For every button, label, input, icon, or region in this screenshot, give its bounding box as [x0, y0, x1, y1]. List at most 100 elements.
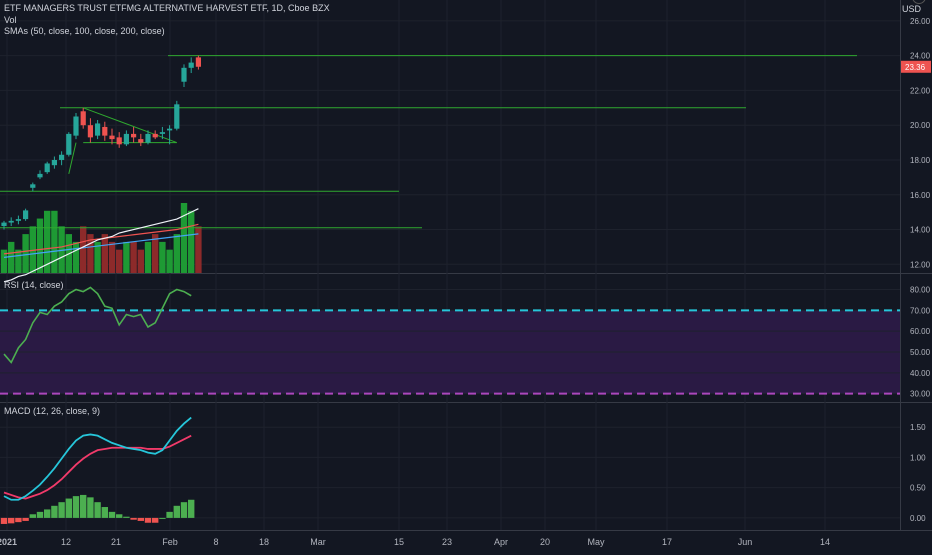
- volume-bar: [116, 249, 123, 273]
- rsi-tick-label: 80.00: [910, 286, 931, 295]
- candle-body: [167, 128, 173, 131]
- macd-histogram-bar: [144, 517, 152, 523]
- macd-histogram-bar: [72, 496, 80, 518]
- price-tick-label: 18.00: [910, 156, 931, 165]
- candle-body: [51, 159, 57, 166]
- macd-histogram-bar: [8, 517, 15, 524]
- x-tick-label: 8: [213, 537, 218, 547]
- x-tick-label: 17: [662, 537, 672, 547]
- candle-body: [138, 139, 144, 143]
- price-tick-label: 16.00: [910, 191, 931, 200]
- macd-histogram-bar: [0, 517, 8, 524]
- x-tick-label: Feb: [162, 537, 178, 547]
- x-tick-label: 14: [820, 537, 830, 547]
- candle-body: [73, 116, 79, 136]
- volume-bar: [36, 218, 44, 273]
- chart-title: ETF MANAGERS TRUST ETFMG ALTERNATIVE HAR…: [4, 3, 330, 13]
- candle-body: [95, 123, 101, 136]
- currency-label: USD: [902, 4, 922, 14]
- price-tick-label: 12.00: [910, 260, 931, 269]
- x-tick-label: 21: [111, 537, 121, 547]
- macd-legend: MACD (12, 26, close, 9): [4, 406, 101, 416]
- rsi-legend: RSI (14, close): [4, 280, 64, 290]
- x-tick-label: 2021: [0, 537, 17, 547]
- macd-histogram-bar: [51, 505, 58, 518]
- macd-histogram-bar: [108, 511, 116, 518]
- price-tick-label: 26.00: [910, 17, 931, 26]
- volume-bar: [137, 249, 144, 273]
- macd-histogram-bar: [130, 517, 137, 520]
- candle-body: [59, 154, 65, 160]
- volume-bar: [108, 241, 116, 273]
- macd-histogram-bar: [94, 502, 101, 518]
- macd-tick-label: 1.00: [910, 453, 926, 462]
- macd-histogram-bar: [36, 511, 44, 518]
- x-tick-label: 23: [442, 537, 452, 547]
- macd-histogram-bar: [166, 511, 173, 518]
- x-tick-label: 20: [540, 537, 550, 547]
- x-tick-label: 18: [259, 537, 269, 547]
- volume-bar: [123, 241, 130, 273]
- volume-bar: [72, 241, 80, 273]
- macd-histogram-bar: [29, 514, 36, 518]
- rsi-tick-label: 60.00: [910, 327, 931, 336]
- chart-background: [0, 0, 932, 550]
- rsi-tick-label: 40.00: [910, 369, 931, 378]
- volume-bar: [166, 249, 173, 273]
- macd-histogram-bar: [58, 502, 65, 518]
- candle-body: [1, 222, 7, 227]
- volume-bar: [130, 241, 137, 273]
- macd-histogram-bar: [180, 502, 188, 518]
- candle-body: [8, 220, 14, 223]
- candle-body: [195, 57, 201, 67]
- candle-body: [174, 104, 180, 129]
- candle-body: [123, 133, 129, 145]
- volume-bar: [22, 234, 29, 273]
- macd-histogram-bar: [188, 499, 195, 518]
- x-tick-label: Mar: [310, 537, 326, 547]
- price-tick-label: 20.00: [910, 121, 931, 130]
- chart-canvas[interactable]: 2021 12 21 Feb 8 18 Mar 15 23 Apr 20 May 17 Jun 14 26.0…: [0, 0, 932, 550]
- macd-histogram-bar: [87, 497, 94, 518]
- volume-bar: [51, 210, 58, 273]
- macd-histogram-bar: [173, 505, 180, 518]
- rsi-tick-label: 30.00: [910, 390, 931, 399]
- volume-legend: Vol: [4, 15, 17, 25]
- volume-bar: [195, 226, 202, 273]
- macd-histogram-bar: [152, 517, 159, 523]
- macd-histogram-bar: [123, 516, 130, 518]
- x-tick-label: 15: [394, 537, 404, 547]
- volume-bar: [180, 203, 188, 273]
- last-price-label: 23.36: [905, 63, 926, 72]
- candle-body: [87, 125, 93, 138]
- rsi-tick-label: 70.00: [910, 306, 931, 315]
- x-tick-label: 12: [61, 537, 71, 547]
- candle-body: [102, 126, 108, 136]
- volume-bar: [8, 241, 15, 273]
- price-tick-label: 24.00: [910, 52, 931, 61]
- macd-tick-label: 0.00: [910, 514, 926, 523]
- volume-bar: [15, 249, 22, 273]
- sma-legend: SMAs (50, close, 100, close, 200, close): [4, 26, 165, 36]
- candle-body: [181, 67, 187, 82]
- volume-bar: [101, 234, 108, 273]
- candle-body: [188, 62, 194, 68]
- candle-body: [109, 135, 115, 140]
- price-tick-label: 14.00: [910, 226, 931, 235]
- macd-histogram-bar: [116, 514, 123, 518]
- price-tick-label: 22.00: [910, 86, 931, 95]
- candle-body: [23, 210, 29, 220]
- volume-bar: [173, 234, 180, 273]
- x-tick-label: May: [587, 537, 605, 547]
- macd-tick-label: 1.50: [910, 423, 926, 432]
- candle-body: [80, 111, 86, 126]
- macd-histogram-bar: [159, 517, 166, 519]
- candle-body: [152, 133, 158, 138]
- volume-bar: [188, 210, 195, 273]
- trading-chart[interactable]: 2021 12 21 Feb 8 18 Mar 15 23 Apr 20 May 17 Jun 14 26.0…: [0, 0, 932, 550]
- rsi-tick-label: 50.00: [910, 348, 931, 357]
- macd-histogram-bar: [65, 498, 72, 518]
- candle-body: [66, 133, 72, 155]
- candle-body: [131, 133, 137, 138]
- macd-histogram-bar: [101, 507, 108, 518]
